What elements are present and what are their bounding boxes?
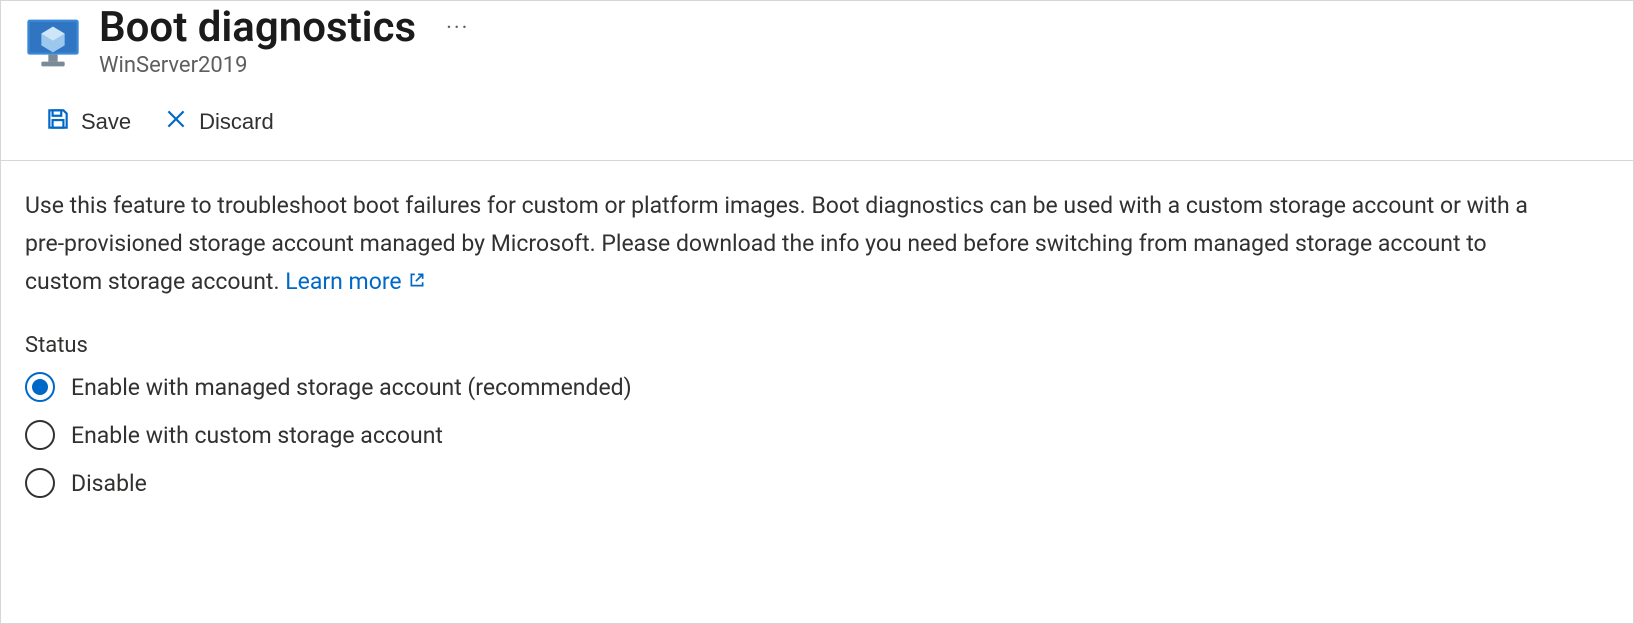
discard-label: Discard [199,109,274,135]
radio-icon [25,468,55,498]
save-icon [45,106,71,138]
more-actions-button[interactable]: ··· [440,12,475,45]
status-option-managed[interactable]: Enable with managed storage account (rec… [25,372,1609,402]
radio-icon [25,420,55,450]
description-block: Use this feature to troubleshoot boot fa… [1,161,1561,301]
radio-label: Enable with custom storage account [71,422,443,449]
status-option-custom[interactable]: Enable with custom storage account [25,420,1609,450]
toolbar: Save Discard [1,78,1633,161]
status-radio-group: Enable with managed storage account (rec… [1,366,1633,504]
learn-more-label: Learn more [285,263,401,301]
save-button[interactable]: Save [43,102,133,142]
page-title: Boot diagnostics [99,5,416,51]
radio-label: Disable [71,470,147,497]
resource-subtitle: WinServer2019 [99,53,475,78]
external-link-icon [408,263,426,301]
header: Boot diagnostics ··· WinServer2019 [1,1,1633,78]
radio-icon [25,372,55,402]
vm-icon [25,15,81,71]
boot-diagnostics-panel: Boot diagnostics ··· WinServer2019 Save [0,0,1634,624]
status-option-disable[interactable]: Disable [25,468,1609,498]
radio-label: Enable with managed storage account (rec… [71,374,632,401]
description-text: Use this feature to troubleshoot boot fa… [25,192,1528,295]
status-label: Status [1,301,1633,366]
close-icon [163,106,189,138]
discard-button[interactable]: Discard [161,102,276,142]
learn-more-link[interactable]: Learn more [285,263,425,301]
save-label: Save [81,109,131,135]
